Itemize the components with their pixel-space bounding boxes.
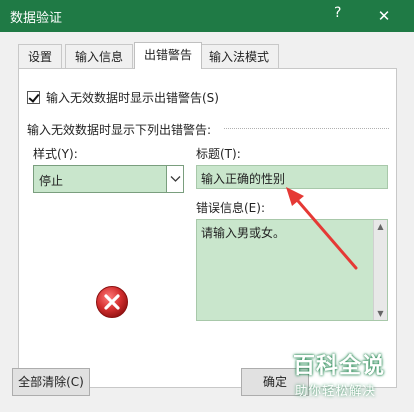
tab-settings[interactable]: 设置 — [18, 44, 63, 68]
window-title: 数据验证 — [10, 11, 63, 26]
tab-error-alert[interactable]: 出错警告 — [134, 42, 203, 69]
tab-ime-mode[interactable]: 输入法模式 — [199, 44, 280, 68]
help-button[interactable]: ? — [334, 5, 341, 21]
scroll-down-icon[interactable]: ▼ — [374, 307, 387, 320]
show-alert-checkbox[interactable] — [27, 91, 40, 104]
section-divider — [224, 128, 389, 129]
watermark-slogan: 助你轻松解决 — [295, 383, 377, 398]
watermark-logo: 百科全说 助你轻松解决 — [281, 340, 411, 410]
style-select[interactable]: 停止 — [33, 165, 184, 193]
style-label: 样式(Y): — [33, 147, 78, 161]
show-alert-row[interactable]: 输入无效数据时显示出错警告(S) — [27, 89, 219, 106]
watermark-name: 百科全说 — [293, 354, 386, 379]
tab-input-message[interactable]: 输入信息 — [65, 44, 134, 68]
error-stop-icon — [96, 286, 128, 318]
annotation-arrow-icon — [286, 187, 358, 270]
clear-all-button[interactable]: 全部清除(C) — [12, 368, 90, 396]
title-input-value: 输入正确的性别 — [201, 172, 286, 186]
error-message-value: 请输入男或女。 — [201, 226, 286, 240]
chevron-down-icon[interactable] — [166, 166, 183, 192]
title-label: 标题(T): — [196, 147, 241, 161]
style-select-value: 停止 — [39, 174, 64, 188]
close-button[interactable]: ✕ — [372, 4, 396, 28]
section-label: 输入无效数据时显示下列出错警告: — [27, 123, 212, 137]
message-label: 错误信息(E): — [196, 201, 265, 215]
title-bar: 数据验证 ? ✕ — [0, 0, 414, 32]
show-alert-label: 输入无效数据时显示出错警告(S) — [46, 91, 219, 105]
